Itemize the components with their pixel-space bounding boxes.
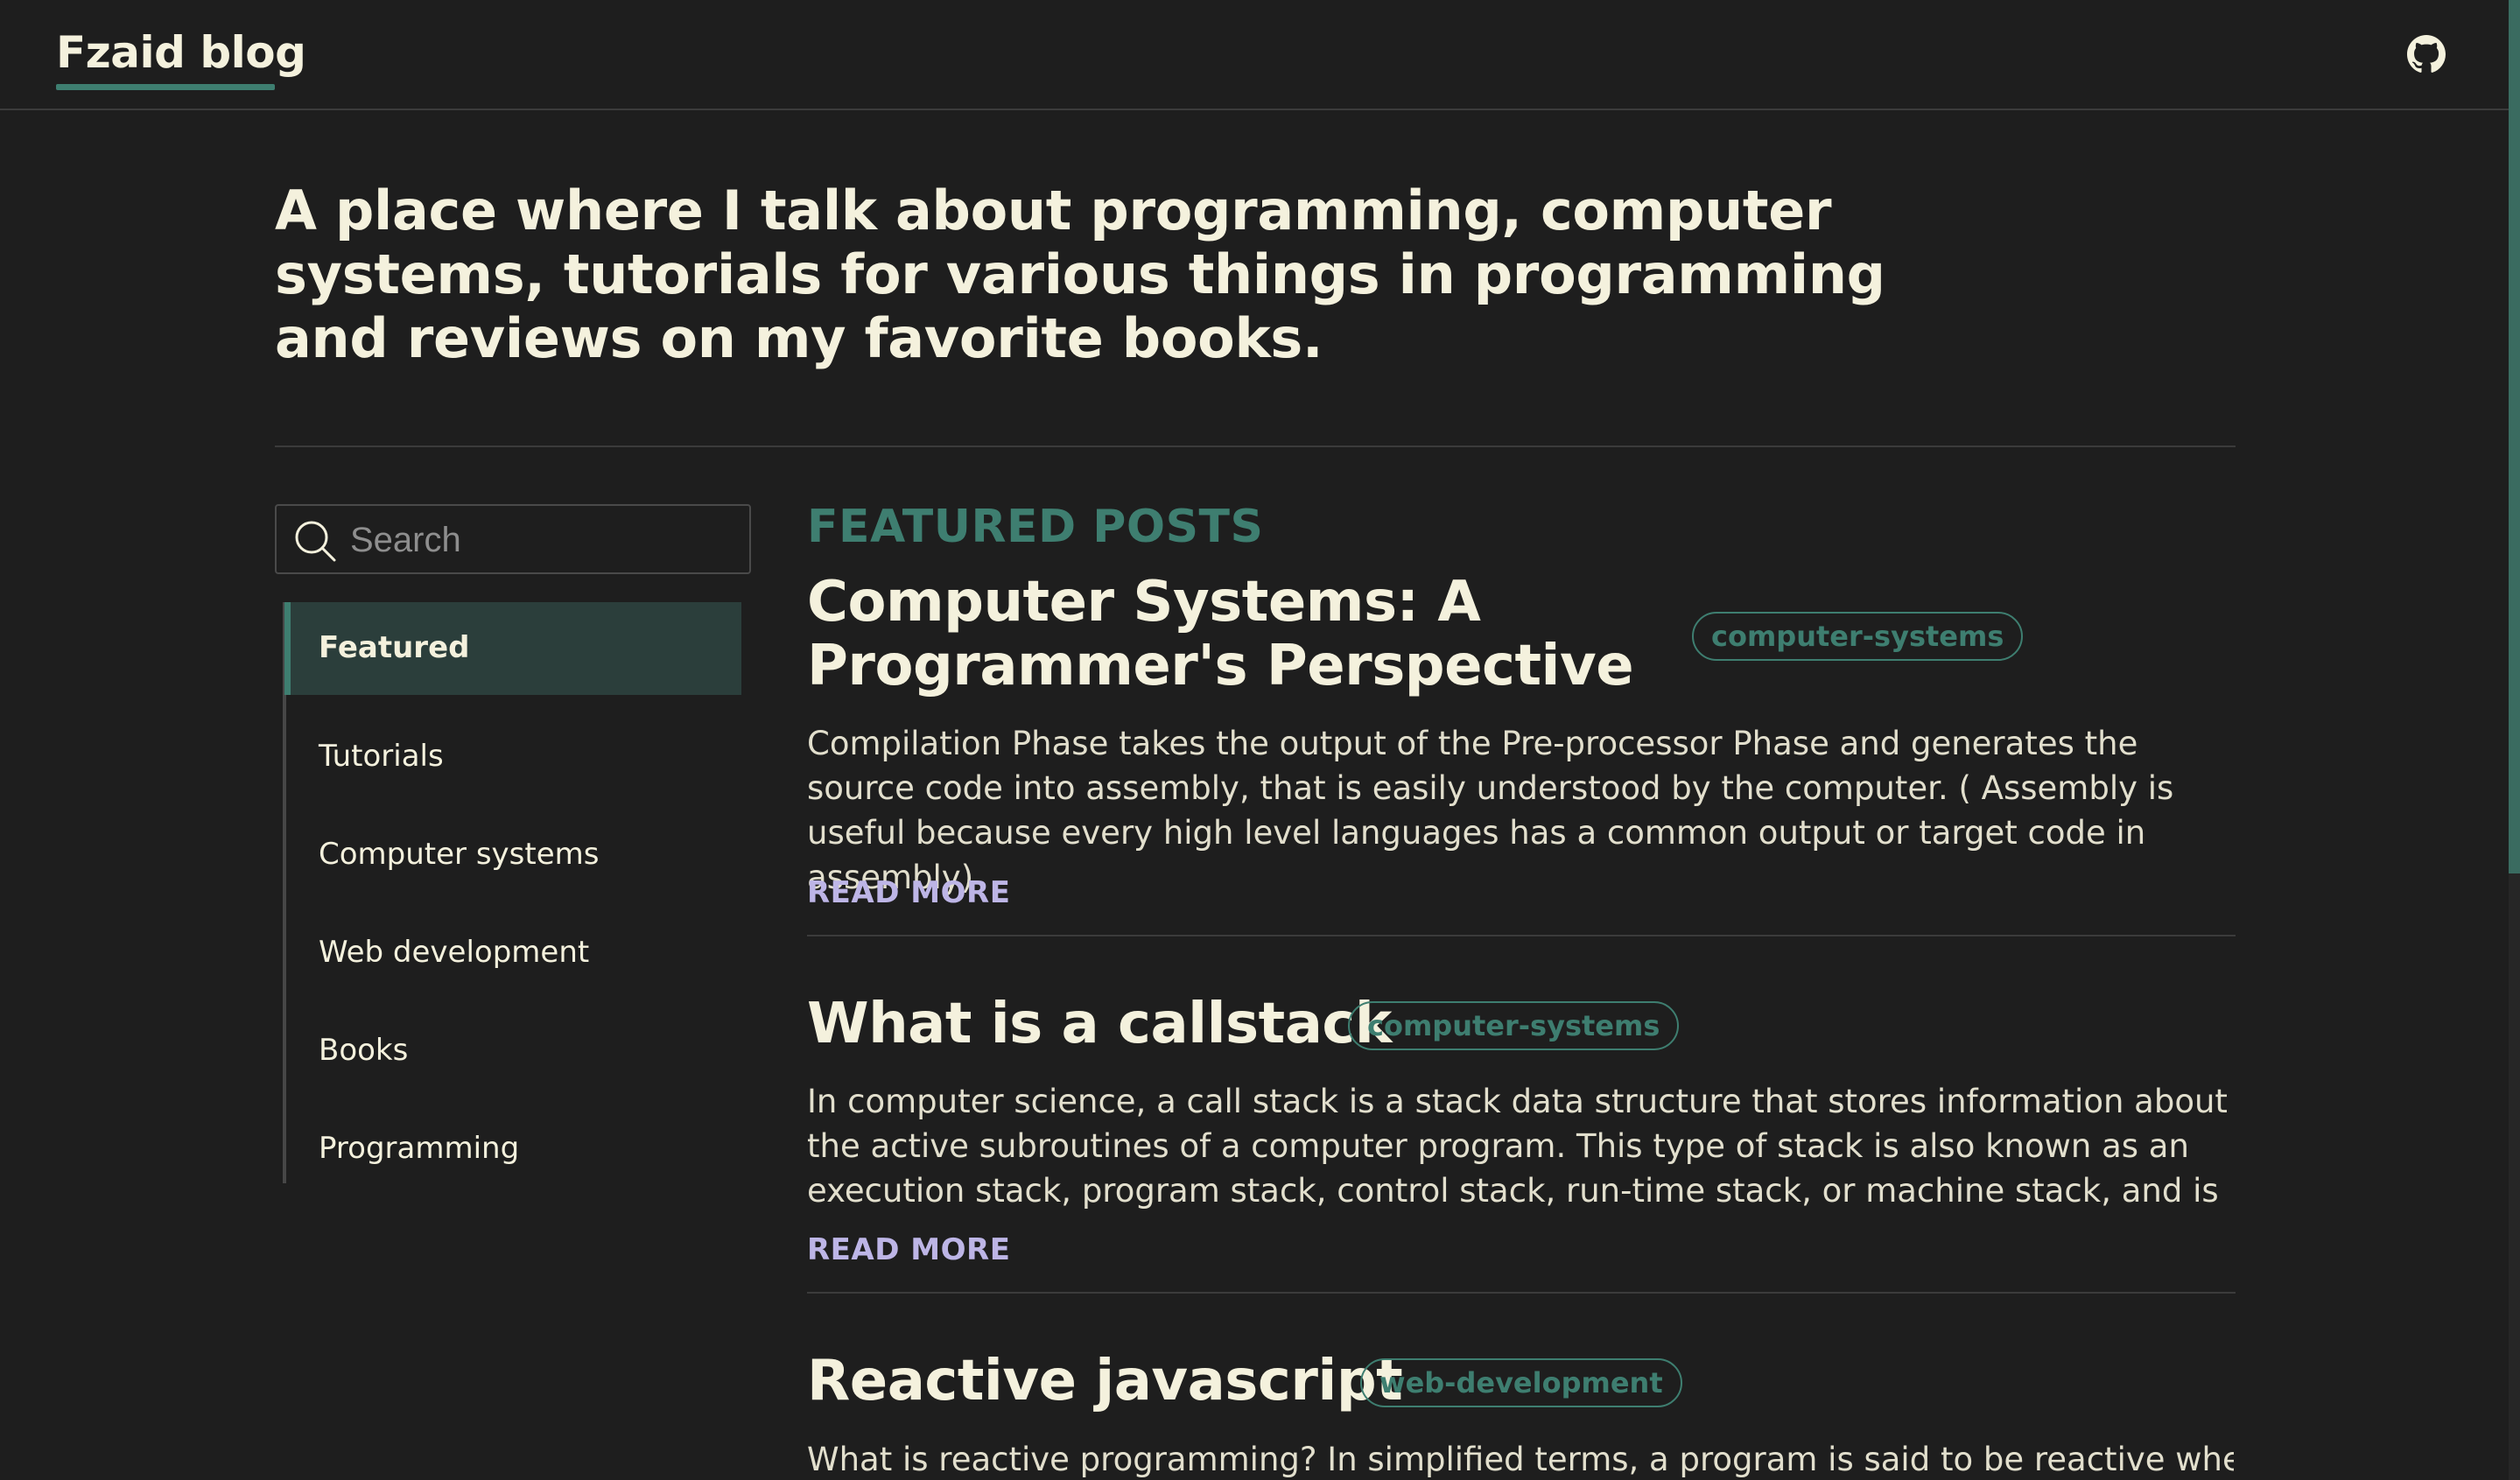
- post-title[interactable]: Computer Systems: A Programmer's Perspec…: [807, 570, 1634, 698]
- post-tag[interactable]: web-development: [1360, 1358, 1682, 1407]
- post-excerpt: Compilation Phase takes the output of th…: [807, 725, 2174, 896]
- sidebar-item-books[interactable]: Books: [319, 1029, 408, 1071]
- site-intro: A place where I talk about programming, …: [275, 179, 1885, 370]
- nav-active-indicator: [284, 602, 291, 695]
- post-divider: [807, 935, 2236, 936]
- site-brand-link[interactable]: Fzaid blog: [56, 25, 306, 81]
- search-input[interactable]: [350, 516, 735, 564]
- page-scrollbar-thumb[interactable]: [2509, 0, 2520, 873]
- read-more-link[interactable]: READ MORE: [807, 873, 1010, 912]
- github-icon[interactable]: [2407, 35, 2446, 74]
- post-title-line: Computer Systems: A: [807, 570, 1481, 635]
- search-box[interactable]: [275, 504, 751, 574]
- site-header: Fzaid blog: [0, 0, 2520, 110]
- brand-underline: [56, 84, 275, 90]
- sidebar-item-computer-systems[interactable]: Computer systems: [319, 833, 599, 875]
- sidebar-item-featured[interactable]: Featured: [319, 627, 469, 669]
- post-divider: [807, 1292, 2236, 1294]
- post-excerpt: In computer science, a call stack is a s…: [807, 1083, 2228, 1210]
- intro-divider: [275, 445, 2236, 447]
- post-excerpt: What is reactive programming? In simplif…: [807, 1441, 2234, 1478]
- sidebar-item-tutorials[interactable]: Tutorials: [319, 735, 444, 777]
- search-icon: [295, 521, 336, 562]
- sidebar-item-web-development[interactable]: Web development: [319, 931, 589, 973]
- post-tag[interactable]: computer-systems: [1348, 1001, 1680, 1050]
- section-heading: FEATURED POSTS: [807, 501, 1264, 553]
- sidebar-item-programming[interactable]: Programming: [319, 1127, 519, 1169]
- post-title[interactable]: Reactive javascript: [807, 1350, 1403, 1413]
- post-title-line: Programmer's Perspective: [807, 634, 1634, 698]
- post-title[interactable]: What is a callstack: [807, 993, 1392, 1056]
- post-tag[interactable]: computer-systems: [1692, 612, 2024, 661]
- read-more-link[interactable]: READ MORE: [807, 1231, 1010, 1269]
